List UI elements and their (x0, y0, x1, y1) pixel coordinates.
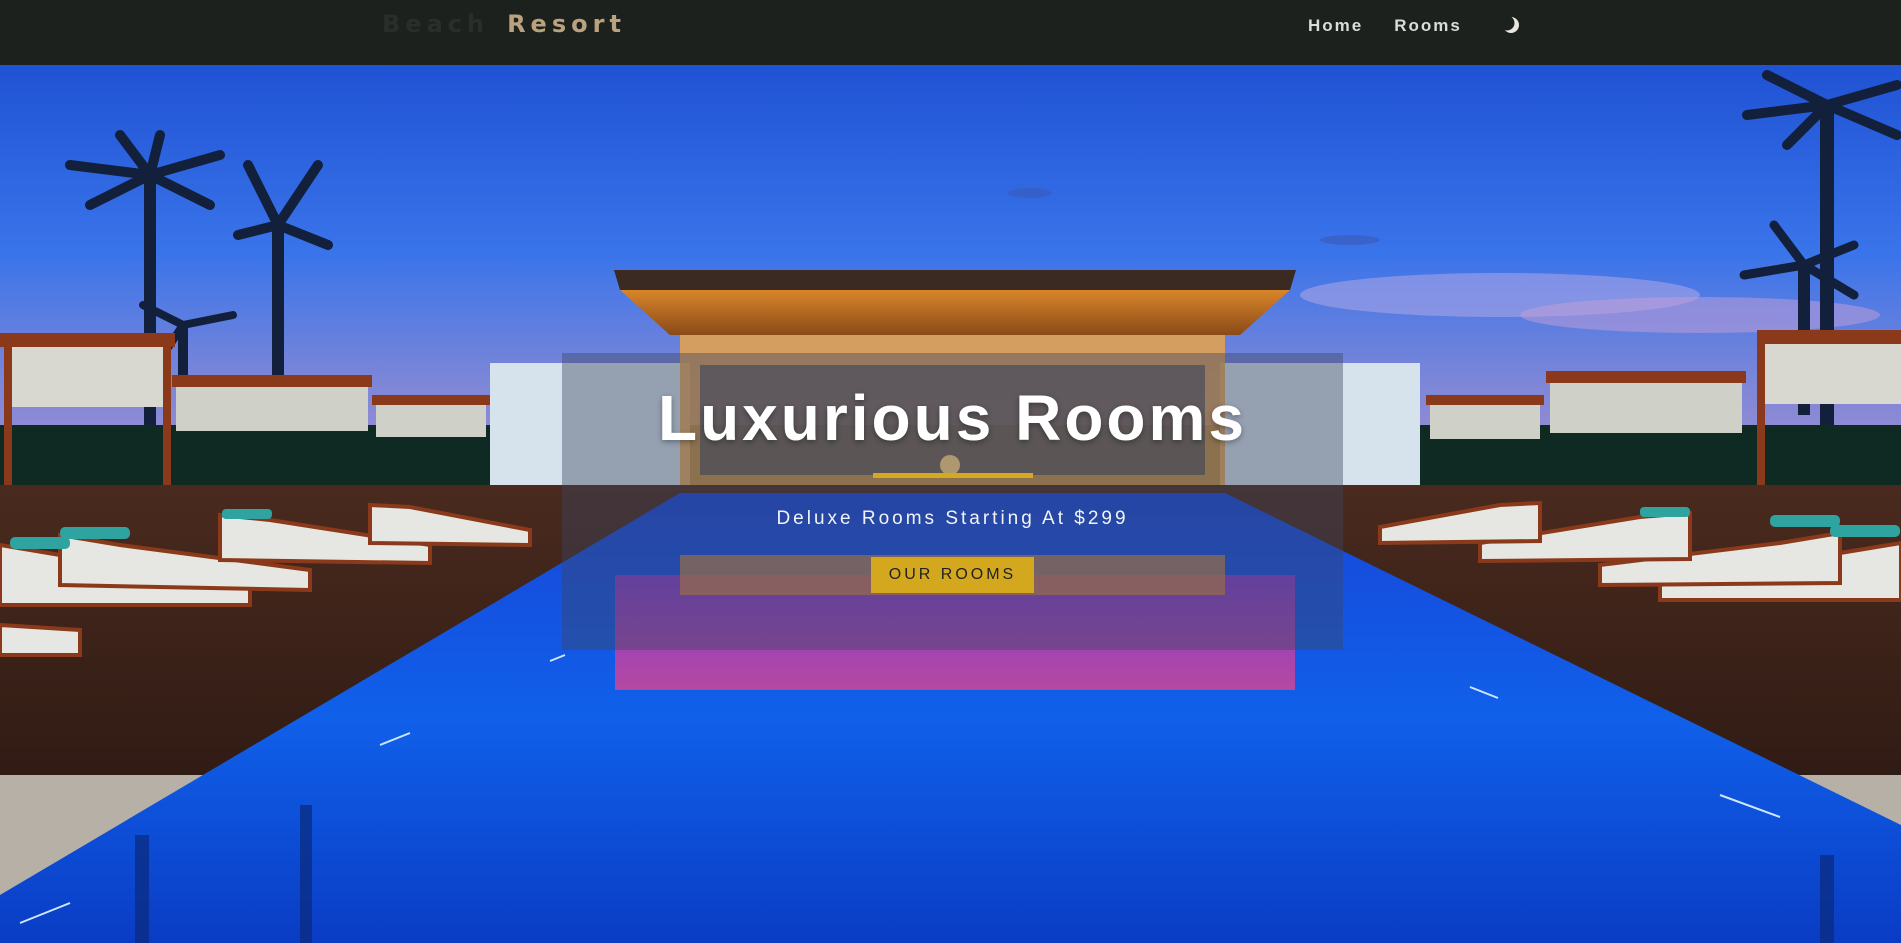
brand-logo[interactable]: Beach Resort (382, 10, 626, 38)
navbar: Beach Resort Home Rooms (0, 0, 1901, 65)
moon-icon[interactable] (1500, 14, 1522, 36)
hero-banner: Luxurious Rooms Deluxe Rooms Starting At… (562, 353, 1343, 650)
brand-name-first: Beach (382, 10, 490, 38)
banner-divider (872, 473, 1033, 478)
banner-subtitle: Deluxe Rooms Starting At $299 (776, 508, 1129, 529)
nav-link-rooms[interactable]: Rooms (1394, 16, 1462, 36)
banner-title: Luxurious Rooms (657, 382, 1248, 454)
our-rooms-button[interactable]: OUR ROOMS (870, 557, 1035, 593)
brand-name-second: Resort (507, 10, 626, 38)
hero-section: Luxurious Rooms Deluxe Rooms Starting At… (0, 65, 1901, 943)
nav-links: Home Rooms (1308, 16, 1462, 36)
nav-link-home[interactable]: Home (1308, 16, 1363, 36)
